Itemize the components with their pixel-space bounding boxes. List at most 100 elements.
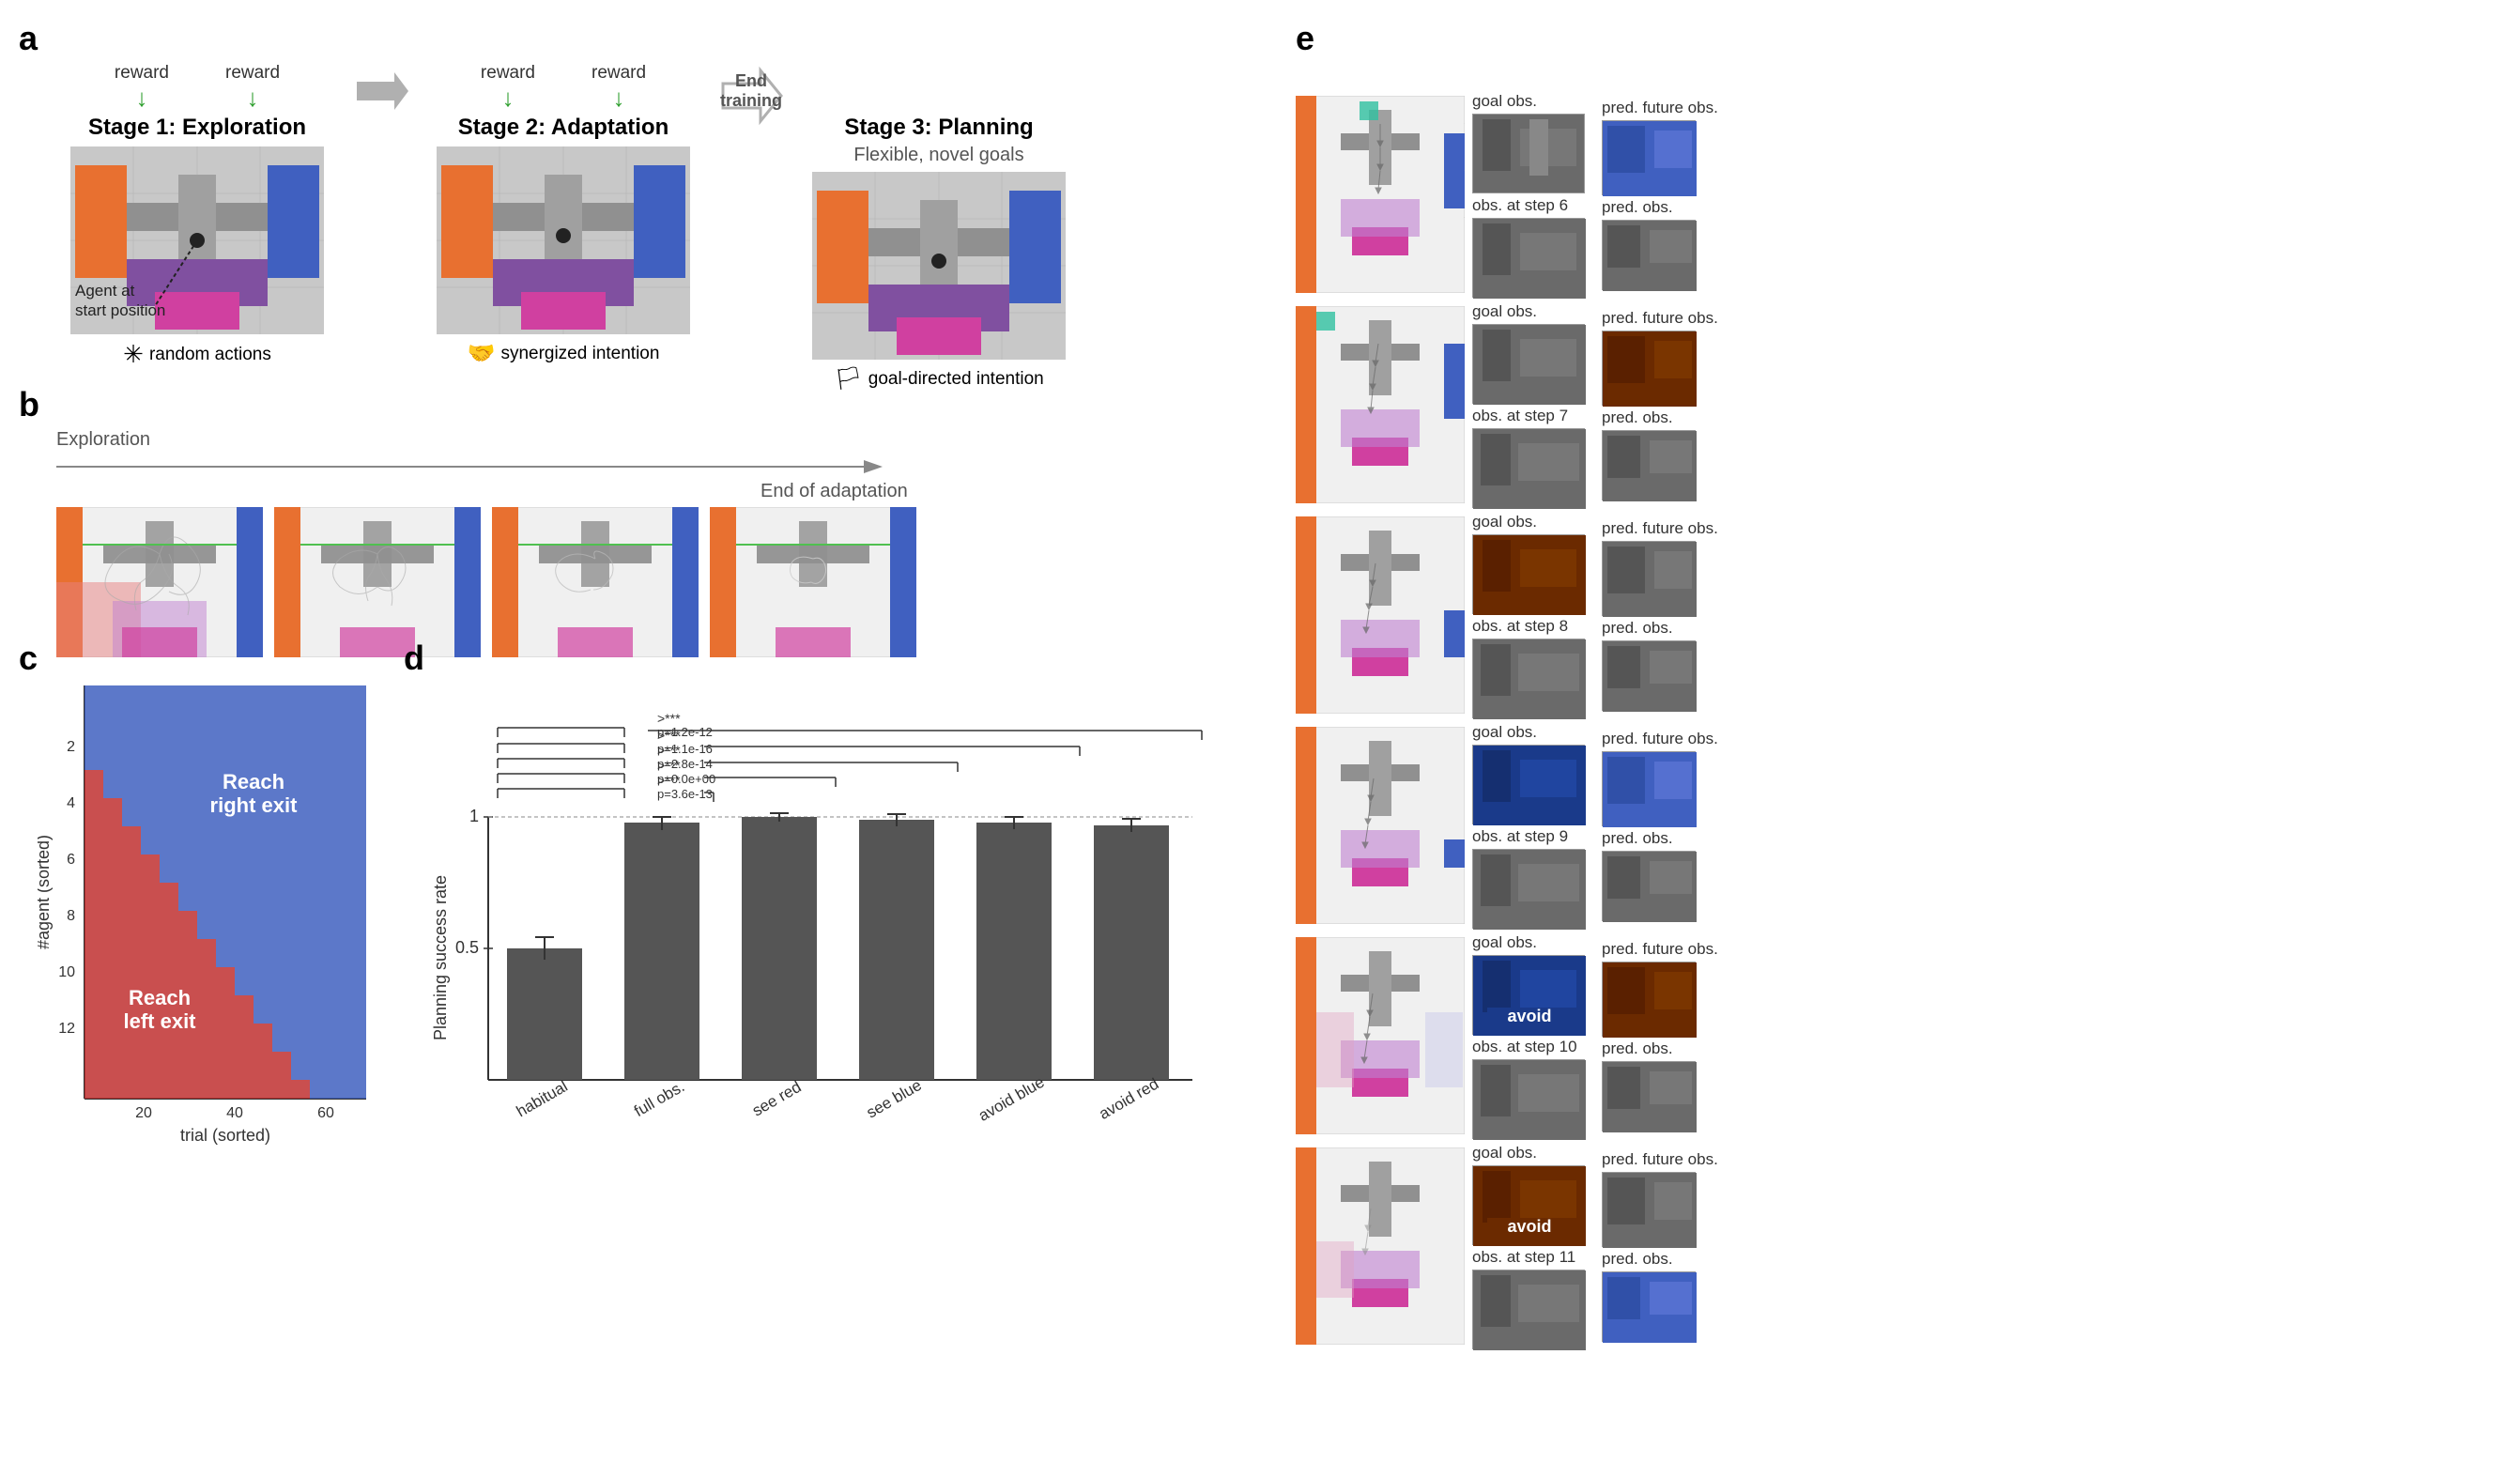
goal-obs-label-10: goal obs. [1472, 933, 1585, 952]
e-obs-group-7: goal obs. obs. at step 7 [1472, 302, 1585, 508]
e-main-env-10 [1296, 937, 1465, 1134]
stage-1-block: reward ↓ reward ↓ Stage 1: Exploration [47, 63, 347, 369]
goal-obs-label-8: goal obs. [1472, 513, 1585, 531]
svg-text:4: 4 [67, 795, 75, 811]
e-pred-group-9: pred. future obs. pred. obs. [1602, 730, 1718, 921]
obs-step-label-8: obs. at step 8 [1472, 617, 1585, 636]
handshake-icon: 🤝 [468, 340, 496, 367]
stage-3-title: Stage 3: Planning [844, 115, 1033, 141]
panel-d: d >*** p=1.2e-12 [404, 639, 1277, 1164]
pred-future-label-7: pred. future obs. [1602, 309, 1718, 328]
svg-text:habitual: habitual [514, 1077, 571, 1120]
panel-a: a reward ↓ reward ↓ [19, 19, 1277, 376]
obs-step-label-10: obs. at step 10 [1472, 1038, 1585, 1056]
e-obs-group-9: goal obs. obs. at step 9 [1472, 723, 1585, 929]
svg-text:0.5: 0.5 [455, 938, 479, 957]
pred-obs-img-9 [1602, 851, 1696, 921]
pred-future-img-8 [1602, 541, 1696, 616]
down-arrow-1: ↓ [135, 84, 147, 113]
panel-b-label: b [19, 385, 39, 423]
e-main-env-8 [1296, 516, 1465, 714]
svg-text:>***: >*** [657, 773, 681, 788]
svg-text:p=3.6e-13: p=3.6e-13 [657, 787, 713, 801]
reward-label-1: reward [115, 63, 169, 84]
down-arrow-2: ↓ [247, 84, 259, 113]
pred-future-label-6: pred. future obs. [1602, 99, 1718, 117]
exploration-label: Exploration [56, 429, 150, 451]
pred-obs-img-8 [1602, 640, 1696, 711]
goal-obs-label-11: goal obs. [1472, 1144, 1585, 1162]
e-main-env-9 [1296, 727, 1465, 924]
e-row-8: goal obs. obs. at step 8 [1296, 512, 2501, 718]
pred-future-img-7 [1602, 331, 1696, 406]
e-pred-group-10: pred. future obs. pred. obs. [1602, 940, 1718, 1132]
stage-2-footer: 🤝 synergized intention [468, 340, 660, 367]
adapt-env-4 [710, 507, 916, 657]
goal-obs-label-6: goal obs. [1472, 92, 1585, 111]
panel-d-label: d [404, 639, 424, 677]
reward-label-4: reward [592, 63, 646, 84]
goal-obs-img-9 [1472, 745, 1585, 824]
stage-2-env [437, 146, 690, 334]
svg-text:Planning success rate: Planning success rate [432, 875, 450, 1040]
svg-text:1: 1 [469, 807, 479, 825]
e-pred-group-7: pred. future obs. pred. obs. [1602, 309, 1718, 500]
goal-obs-img-11: avoid [1472, 1165, 1585, 1245]
obs-step-img-10 [1472, 1059, 1585, 1139]
stage-1-env: Agent atstart position [70, 146, 324, 334]
svg-text:right exit: right exit [210, 793, 299, 817]
down-arrow-3: ↓ [501, 84, 514, 113]
pred-future-label-9: pred. future obs. [1602, 730, 1718, 748]
svg-text:#agent (sorted): #agent (sorted) [38, 835, 53, 949]
bottom-row: c 2 4 6 8 10 12 [19, 639, 1277, 1164]
pred-label-6: pred. obs. [1602, 198, 1718, 217]
pred-obs-img-10 [1602, 1061, 1696, 1132]
pred-obs-img-7 [1602, 430, 1696, 500]
obs-step-img-9 [1472, 849, 1585, 929]
heatmap-container: 2 4 6 8 10 12 20 40 60 trial (sorted) [38, 676, 376, 1146]
svg-text:>***: >*** [657, 743, 681, 758]
pred-future-label-8: pred. future obs. [1602, 519, 1718, 538]
pred-obs-img-11 [1602, 1271, 1696, 1342]
e-pred-group-6: pred. future obs. pred. obs. [1602, 99, 1718, 290]
reward-label-3: reward [481, 63, 535, 84]
obs-step-img-8 [1472, 639, 1585, 718]
e-main-env-6 [1296, 96, 1465, 293]
pred-future-label-11: pred. future obs. [1602, 1150, 1718, 1169]
e-row-11: goal obs. avoid obs. at step 11 [1296, 1143, 2501, 1349]
svg-text:avoid red: avoid red [1096, 1075, 1161, 1123]
stage-1-footer-text: random actions [149, 345, 271, 365]
svg-text:left exit: left exit [123, 1009, 196, 1033]
adapt-env-3 [492, 507, 699, 657]
svg-text:6: 6 [67, 852, 75, 868]
end-training-text: Endtraining [714, 71, 789, 111]
obs-step-label-7: obs. at step 7 [1472, 407, 1585, 425]
goal-obs-label-9: goal obs. [1472, 723, 1585, 742]
random-star-icon: ✳ [123, 340, 144, 369]
adapt-env-1 [56, 507, 263, 657]
bar-chart-container: >*** p=1.2e-12 >*** p=1.1e-16 [432, 685, 1268, 1155]
e-row-10: goal obs. avoid obs. at step 10 [1296, 932, 2501, 1139]
e-row-6: goal obs. obs. at step 6 [1296, 91, 2501, 298]
svg-text:full obs.: full obs. [631, 1077, 687, 1120]
panel-c: c 2 4 6 8 10 12 [19, 639, 385, 1164]
obs-step-label-9: obs. at step 9 [1472, 827, 1585, 846]
svg-text:>***: >*** [657, 728, 681, 743]
down-arrow-4: ↓ [613, 84, 625, 113]
e-row-7: goal obs. obs. at step 7 [1296, 301, 2501, 508]
main-container: a reward ↓ reward ↓ [0, 0, 2520, 1478]
arrow-1 [347, 63, 413, 176]
right-panel: e [1277, 19, 2501, 1459]
svg-text:2: 2 [67, 739, 75, 755]
svg-text:20: 20 [135, 1105, 152, 1121]
e-rows-container: goal obs. obs. at step 6 [1296, 91, 2501, 1349]
pred-obs-img-6 [1602, 220, 1696, 290]
svg-text:avoid: avoid [1507, 1217, 1551, 1236]
svg-text:>***: >*** [657, 711, 681, 726]
e-pred-group-8: pred. future obs. pred. obs. [1602, 519, 1718, 711]
pred-label-8: pred. obs. [1602, 619, 1718, 638]
panel-b: b Exploration End of adaptation [19, 385, 1277, 629]
svg-text:see blue: see blue [864, 1076, 925, 1122]
adapt-env-2 [274, 507, 481, 657]
pred-label-7: pred. obs. [1602, 408, 1718, 427]
